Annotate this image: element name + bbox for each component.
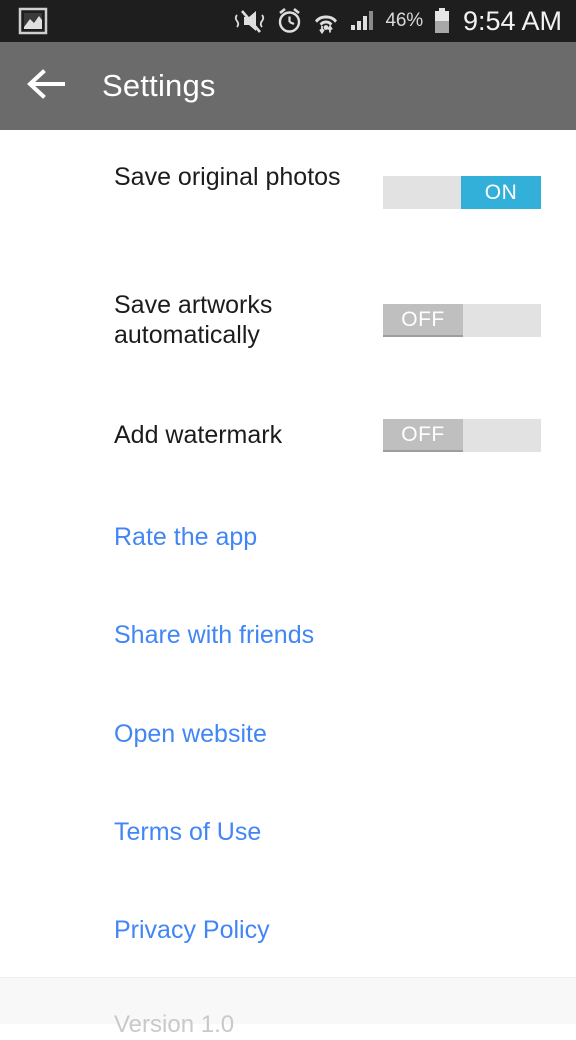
toggle-save-original-photos[interactable]: ON [383,176,541,209]
battery-icon [432,7,452,35]
status-bar-left-icons [0,7,48,35]
gallery-icon [18,7,48,35]
app-bar: Settings [0,42,576,130]
status-bar-right-icons: 46% 9:54 AM [233,6,576,37]
toggle-thumb: OFF [383,304,463,337]
status-bar-clock: 9:54 AM [463,6,562,37]
link-privacy-policy[interactable]: Privacy Policy [114,915,270,945]
cellular-signal-icon [349,7,377,35]
toggle-thumb: OFF [383,419,463,452]
toggle-add-watermark[interactable]: OFF [383,419,541,452]
alarm-clock-icon [276,7,303,35]
link-share-with-friends[interactable]: Share with friends [114,620,314,650]
back-button[interactable] [16,55,78,117]
link-terms-of-use[interactable]: Terms of Use [114,817,261,847]
vibrate-mute-icon [233,7,267,35]
toggle-save-artworks-automatically[interactable]: OFF [383,304,541,337]
settings-content: Save original photos ON Save artworks au… [0,130,576,1024]
link-open-website[interactable]: Open website [114,719,267,749]
toggle-thumb: ON [461,176,541,209]
setting-row-add-watermark: Add watermark OFF [0,420,576,480]
battery-percentage: 46% [386,10,423,32]
arrow-left-icon [26,67,68,106]
setting-label-add-watermark: Add watermark [114,420,364,450]
footer: Version 1.0 [0,977,576,1024]
link-rate-the-app[interactable]: Rate the app [114,522,257,552]
setting-label-save-artworks-automatically: Save artworks automatically [114,290,364,350]
page-title: Settings [102,68,216,104]
wifi-data-icon [312,7,340,35]
setting-row-save-artworks-automatically: Save artworks automatically OFF [0,290,576,382]
setting-row-save-original-photos: Save original photos ON [0,162,576,254]
status-bar: 46% 9:54 AM [0,0,576,42]
version-text: Version 1.0 [114,1010,234,1040]
setting-label-save-original-photos: Save original photos [114,162,364,192]
